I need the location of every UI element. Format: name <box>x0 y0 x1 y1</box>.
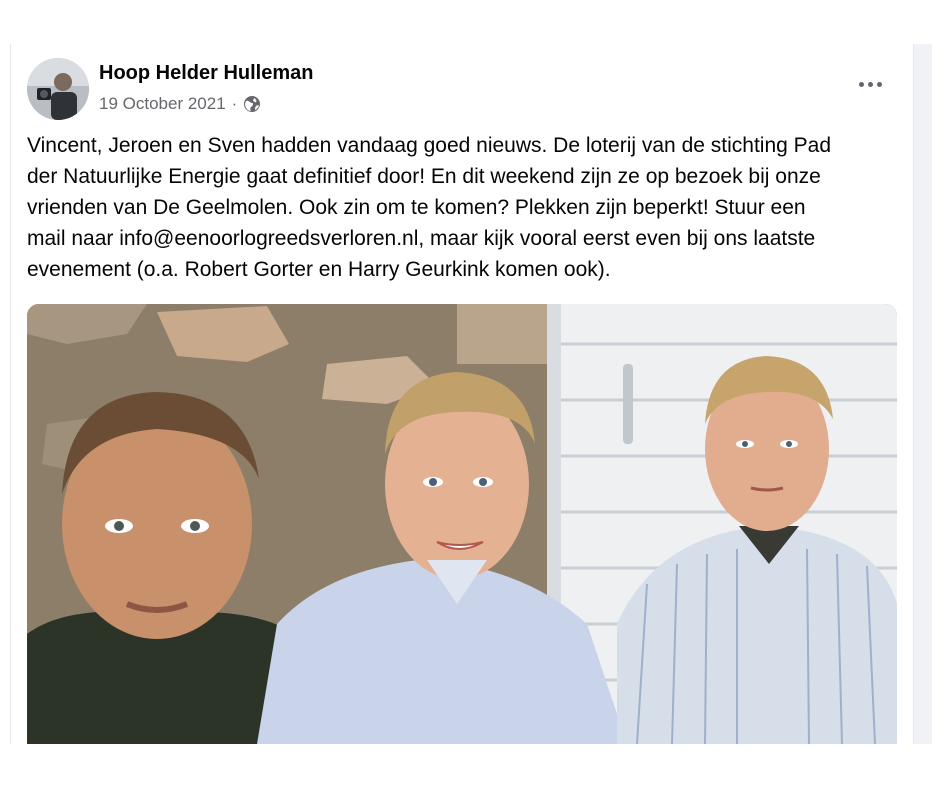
globe-icon[interactable] <box>243 95 261 113</box>
post-meta: 19 October 2021 · <box>99 94 261 114</box>
facebook-post: Hoop Helder Hulleman 19 October 2021 · V… <box>10 44 914 744</box>
avatar-image <box>27 58 89 120</box>
post-text-line: mail naar info@eenoorlogreedsverloren.nl… <box>27 227 816 250</box>
post-text-line: vrienden van De Geelmolen. Ook zin om te… <box>27 196 806 219</box>
meta-separator: · <box>231 94 238 113</box>
avatar[interactable] <box>27 58 89 120</box>
page-gutter <box>914 44 932 744</box>
post-text: Vincent, Jeroen en Sven hadden vandaag g… <box>27 130 903 285</box>
more-options-icon[interactable] <box>855 74 885 94</box>
post-text-line: der Natuurlijke Energie gaat definitief … <box>27 165 821 188</box>
post-text-line: evenement (o.a. Robert Gorter en Harry G… <box>27 258 611 281</box>
post-photo[interactable] <box>27 304 897 744</box>
post-date[interactable]: 19 October 2021 <box>99 94 226 114</box>
post-text-line: Vincent, Jeroen en Sven hadden vandaag g… <box>27 134 831 157</box>
post-author-name[interactable]: Hoop Helder Hulleman <box>99 62 313 85</box>
photo-three-men <box>27 304 897 744</box>
